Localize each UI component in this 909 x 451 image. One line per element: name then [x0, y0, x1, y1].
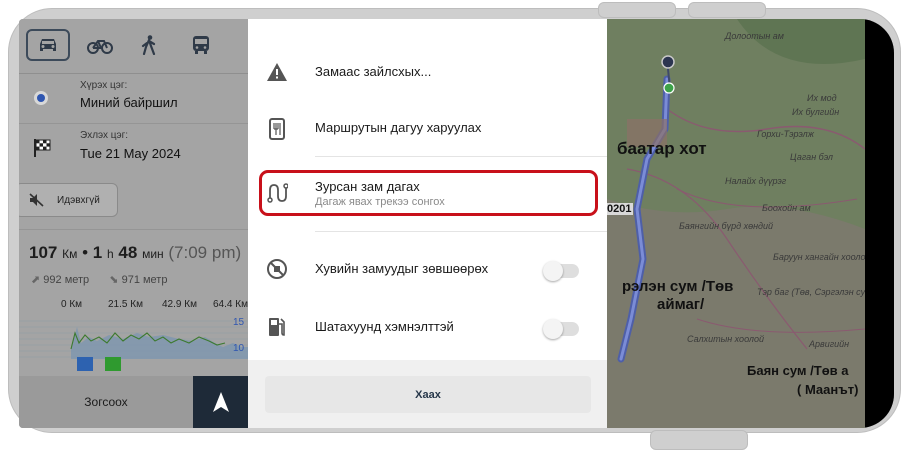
- minutes-unit: мин: [142, 247, 164, 261]
- route-stats: 107 Км • 1 h 48 мин (7:09 pm): [29, 243, 241, 263]
- stop-button[interactable]: Зогсоох: [19, 376, 193, 428]
- fuel-efficient-label: Шатахуунд хэмнэлттэй: [315, 319, 454, 334]
- map-place-label: Их булгийн: [792, 107, 840, 117]
- route-options-menu: Замаас зайлсхых... Маршрутын дагуу харуу…: [248, 19, 607, 428]
- car-mode-button[interactable]: [26, 29, 70, 61]
- elev-scale-top: 15: [233, 317, 245, 328]
- fuel-efficient-item[interactable]: Шатахуунд хэмнэлттэй: [248, 304, 607, 352]
- start-navigation-button[interactable]: [193, 376, 249, 428]
- close-button-label: Хаах: [415, 388, 441, 401]
- map-place-label: Их мод: [807, 93, 837, 103]
- map-district2-line1: Баян сум /Төв а: [747, 363, 849, 378]
- close-button[interactable]: Хаах: [265, 376, 591, 413]
- mute-button[interactable]: Идэвхгүй: [19, 183, 118, 217]
- route-panel: Хүрэх цэг: Миний байршил Эхлэх цэг: Tue …: [19, 19, 249, 428]
- tick-label: 64.4 Км: [213, 299, 248, 310]
- map-district1-line2: аймаг/: [657, 296, 705, 313]
- start-value: Tue 21 May 2024: [80, 146, 181, 161]
- device-button-top-2: [688, 2, 766, 18]
- map-place-label: Налайх дүүрэг: [725, 176, 787, 186]
- allow-private-roads-toggle[interactable]: [543, 261, 579, 281]
- bus-icon: [193, 36, 209, 54]
- destination-row[interactable]: Хүрэх цэг: Миний байршил: [19, 73, 248, 124]
- destination-label: Хүрэх цэг:: [80, 80, 128, 91]
- sound-off-icon: [29, 193, 44, 207]
- device-button-bottom: [650, 430, 748, 450]
- my-location-icon: [34, 91, 48, 105]
- map-place-label: Цаган бэл: [790, 152, 834, 162]
- screen-edge: [865, 19, 894, 428]
- arrival-time: (7:09 pm): [168, 243, 242, 262]
- map-road-label: 0201: [607, 203, 634, 215]
- distance-number: 107: [29, 243, 58, 262]
- map-place-label: Баруун хангайн хоолой: [773, 252, 865, 262]
- destination-value: Миний байршил: [80, 95, 178, 110]
- mute-label: Идэвхгүй: [57, 194, 100, 206]
- tick-label: 0 Км: [61, 299, 83, 310]
- segment-marker-blue: [77, 357, 93, 371]
- map-place-label: Тэр баг (Төв, Сэргэлэн сум): [757, 287, 865, 297]
- stats-separator: •: [82, 243, 89, 262]
- map-city-label: баатар хот: [617, 139, 707, 158]
- descent-icon: ⬊: [109, 274, 119, 286]
- segment-marker-green: [105, 357, 121, 371]
- elevation-area: [71, 327, 248, 359]
- show-along-route-item[interactable]: Маршрутын дагуу харуулах: [248, 107, 607, 157]
- avoid-roads-label: Замаас зайлсхых...: [315, 64, 432, 79]
- start-label: Эхлэх цэг:: [80, 130, 129, 141]
- hours-number: 1: [92, 243, 103, 262]
- show-along-route-label: Маршрутын дагуу харуулах: [315, 120, 482, 135]
- elevation-chart[interactable]: 15 10: [19, 313, 248, 373]
- map-district2-line2: ( Маанът): [797, 382, 859, 397]
- screen: Хүрэх цэг: Миний байршил Эхлэх цэг: Tue …: [19, 19, 894, 428]
- menu-divider: [315, 231, 607, 232]
- tick-label: 21.5 Км: [108, 299, 143, 310]
- map-place-label: Арвигийн: [809, 339, 850, 349]
- checkered-flag-icon: [34, 139, 51, 157]
- menu-divider: [315, 156, 607, 157]
- pedestrian-mode-button[interactable]: [127, 29, 171, 61]
- start-row[interactable]: Эхлэх цэг: Tue 21 May 2024: [19, 123, 248, 173]
- allow-private-roads-label: Хувийн замуудыг зөвшөөрөх: [315, 261, 489, 276]
- selection-highlight: [259, 170, 598, 216]
- menu-footer: Хаах: [248, 360, 607, 428]
- distance-unit: Км: [62, 247, 78, 261]
- map-place-label: Салхитын хоолой: [687, 334, 764, 344]
- fuel-efficient-toggle[interactable]: [543, 319, 579, 339]
- divider: [19, 229, 248, 230]
- fuel-icon: [266, 316, 288, 338]
- ascent-value: 992 метр: [43, 274, 90, 286]
- map-place-label: Долоотын ам: [725, 31, 784, 41]
- elevation-summary: ⬈ 992 метр ⬊ 971 метр: [31, 273, 167, 286]
- tick-label: 42.9 Км: [162, 299, 197, 310]
- map-place-label: Баянгийн бүрд хөндий: [679, 221, 774, 231]
- avoid-roads-item[interactable]: Замаас зайлсхых...: [248, 47, 607, 97]
- descent-value: 971 метр: [121, 274, 168, 286]
- toggle-knob: [543, 319, 563, 339]
- pedestrian-icon: [141, 35, 156, 55]
- minutes-number: 48: [118, 243, 138, 262]
- toggle-knob: [543, 261, 563, 281]
- transport-modes: [19, 19, 248, 74]
- poi-icon: [266, 118, 288, 140]
- bus-mode-button[interactable]: [179, 29, 223, 61]
- elev-scale-bottom: 10: [233, 343, 245, 354]
- navigation-arrow-icon: [213, 392, 229, 412]
- map-view[interactable]: баатар хот 0201 рэлэн сум /Төв аймаг/ Ба…: [607, 19, 865, 428]
- stop-button-label: Зогсоох: [84, 395, 128, 409]
- device-button-top-1: [598, 2, 676, 18]
- map-district1-line1: рэлэн сум /Төв: [622, 278, 734, 295]
- map-place-label: Горхи-Тэрэлж: [757, 129, 814, 139]
- bicycle-icon: [87, 40, 113, 54]
- ascent-icon: ⬈: [31, 274, 41, 286]
- warning-icon: [266, 61, 288, 83]
- no-private-road-icon: [266, 258, 288, 280]
- car-icon: [40, 39, 56, 51]
- map-place-label: Боохойн ам: [762, 203, 811, 213]
- hours-unit: h: [106, 247, 114, 261]
- bicycle-mode-button[interactable]: [78, 29, 122, 61]
- allow-private-roads-item[interactable]: Хувийн замуудыг зөвшөөрөх: [248, 245, 607, 293]
